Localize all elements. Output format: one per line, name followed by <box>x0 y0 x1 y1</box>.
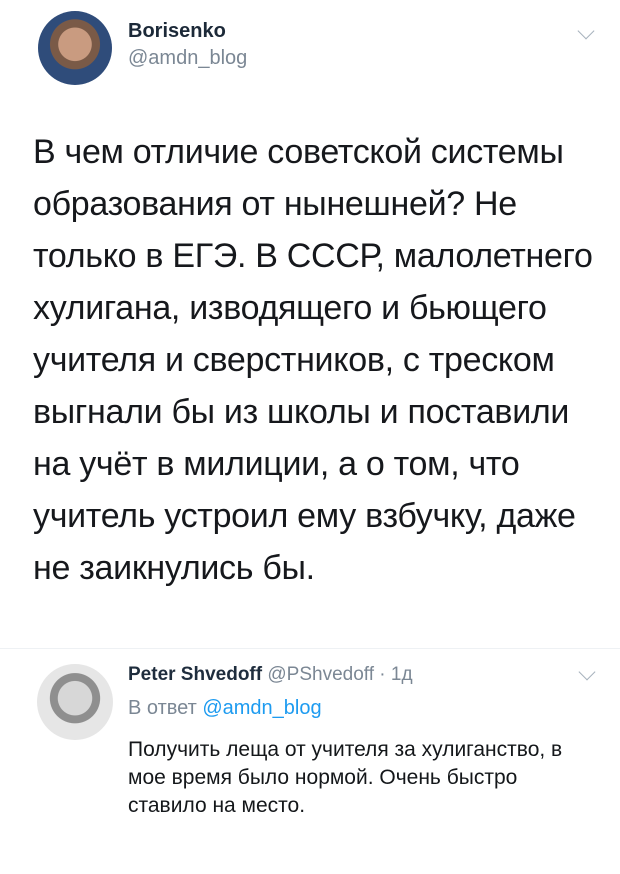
author-name[interactable]: Borisenko <box>128 20 226 43</box>
reply-author-handle[interactable]: @PShvedoff <box>267 664 374 685</box>
reply-author-avatar[interactable] <box>37 664 113 740</box>
reply-text: Получить леща от учителя за хулиганство,… <box>128 738 563 817</box>
chevron-down-icon[interactable] <box>577 22 595 40</box>
tweet-text: В чем отличие советской системы образова… <box>33 133 593 587</box>
reply-author-name[interactable]: Peter Shvedoff <box>128 664 262 685</box>
reply-time[interactable]: 1д <box>391 664 413 685</box>
author-handle[interactable]: @amdn_blog <box>128 47 247 70</box>
author-avatar[interactable] <box>38 11 112 85</box>
reply-to-link[interactable]: @amdn_blog <box>202 697 321 719</box>
divider <box>0 648 620 649</box>
chevron-down-icon[interactable] <box>578 663 596 681</box>
reply-to-line: В ответ @amdn_blog <box>128 697 322 720</box>
time-separator: · <box>379 664 391 685</box>
reply-prefix: В ответ <box>128 697 203 719</box>
reply-header: Peter Shvedoff @PShvedoff · 1д <box>128 664 413 686</box>
